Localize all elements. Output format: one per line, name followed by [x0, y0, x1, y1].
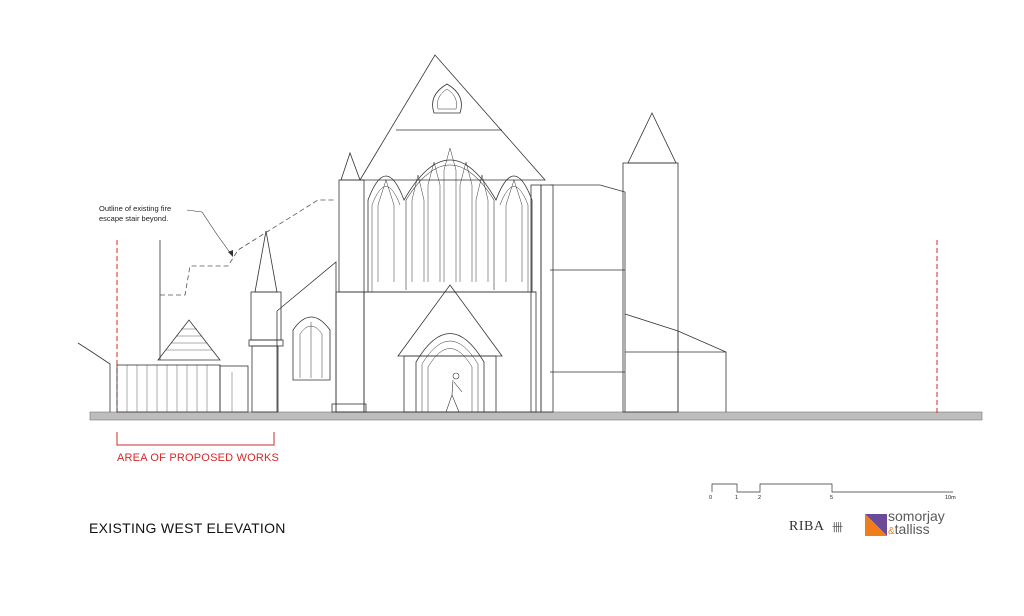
brand-name-line2: &talliss — [888, 522, 930, 539]
riba-logo: RIBA — [789, 519, 825, 534]
main-gable — [359, 54, 546, 181]
fence — [116, 364, 221, 413]
porch-gable — [397, 284, 503, 357]
gate — [219, 365, 249, 413]
scale-tick-10m: 10m — [945, 495, 956, 501]
brand-ampersand: & — [888, 526, 895, 537]
scale-figure — [445, 372, 463, 413]
scale-tick-2: 2 — [758, 495, 762, 501]
riba-crest-icon: 卌 — [832, 522, 843, 534]
right-hall — [550, 184, 626, 412]
scale-tick-0: 0 — [709, 495, 713, 501]
annex — [624, 313, 727, 412]
fire-stair-note: Outline of existing fire escape stair be… — [99, 204, 219, 224]
scale-bar — [711, 483, 953, 493]
scale-tick-5: 5 — [830, 495, 834, 501]
ground-line — [89, 411, 983, 421]
somorjay-talliss-logo-icon — [865, 514, 887, 536]
nave-wall — [363, 291, 537, 413]
note-line-1: Outline of existing fire — [99, 204, 172, 213]
proposed-works-label: AREA OF PROPOSED WORKS — [117, 452, 280, 464]
works-bracket — [116, 432, 275, 446]
gable-roundel — [432, 83, 462, 114]
aisle-window — [292, 316, 331, 381]
neighbour-building-left — [77, 342, 111, 412]
drawing-title: EXISTING WEST ELEVATION — [89, 520, 286, 536]
scale-tick-1: 1 — [735, 495, 739, 501]
shed-gable — [157, 319, 221, 361]
left-buttress-top — [340, 151, 361, 181]
small-spire — [254, 230, 278, 293]
aisle-roof — [276, 261, 337, 412]
brand-name-line2-text: talliss — [894, 521, 930, 537]
tower — [622, 162, 679, 413]
left-buttress — [335, 291, 365, 413]
tower-spire — [627, 112, 677, 164]
note-line-2: escape stair beyond. — [99, 214, 169, 223]
